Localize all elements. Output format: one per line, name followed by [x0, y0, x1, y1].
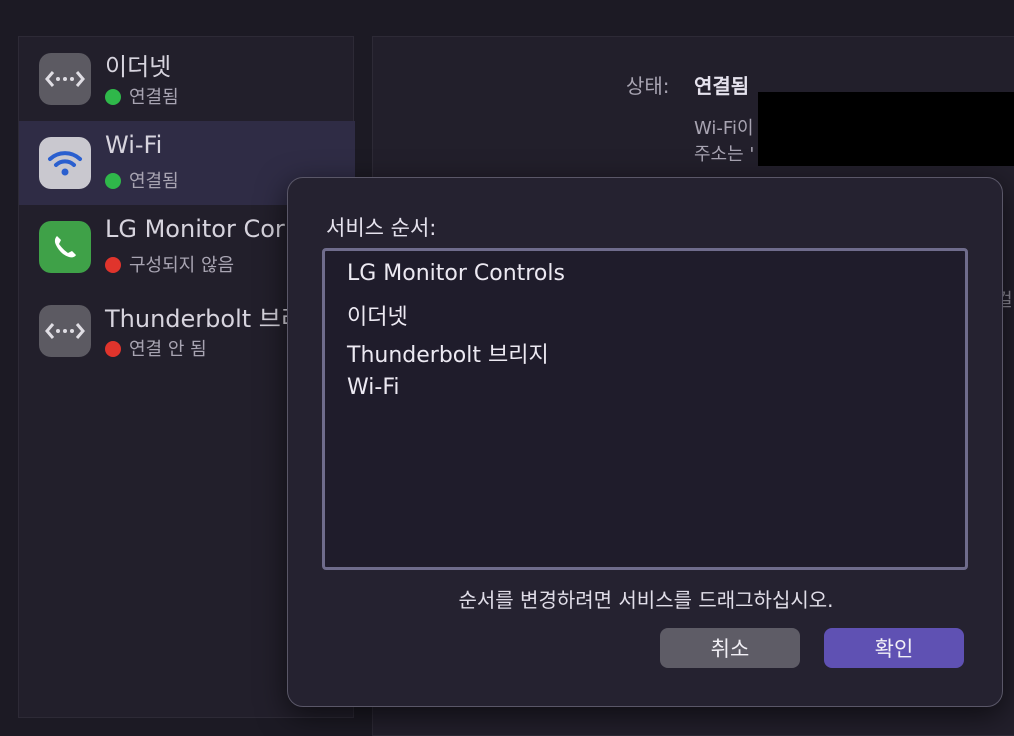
- list-item[interactable]: Thunderbolt 브리지: [347, 337, 549, 369]
- sidebar-item-status: 구성되지 않음: [105, 251, 234, 277]
- status-dot-icon: [105, 89, 121, 105]
- sidebar-item-label: Thunderbolt 브리: [105, 305, 303, 333]
- thunderbolt-bridge-icon: [39, 305, 91, 357]
- sidebar-item-label: 이더넷: [105, 53, 172, 81]
- drag-hint: 순서를 변경하려면 서비스를 드래그하십시오.: [458, 588, 834, 612]
- cancel-button[interactable]: 취소: [660, 628, 800, 668]
- ethernet-icon: [39, 53, 91, 105]
- sidebar-item-status: 연결됨: [105, 83, 179, 109]
- list-item[interactable]: LG Monitor Controls: [347, 261, 565, 286]
- sidebar-item-label: LG Monitor Cor: [105, 215, 285, 243]
- status-dot-icon: [105, 173, 121, 189]
- sidebar-item-status: 연결 안 됨: [105, 335, 207, 361]
- list-item[interactable]: 이더넷: [347, 299, 408, 331]
- status-description-line: 주소는 ': [694, 144, 755, 165]
- status-label: 상태:: [626, 74, 670, 98]
- status-dot-icon: [105, 257, 121, 273]
- sidebar-item-label: Wi-Fi: [105, 131, 163, 159]
- dialog-title: 서비스 순서:: [326, 216, 437, 240]
- sidebar-item-status: 연결됨: [105, 167, 179, 193]
- ok-button[interactable]: 확인: [824, 628, 964, 668]
- status-description: Wi-Fi이 주소는 ': [694, 116, 754, 168]
- redacted-area: [758, 92, 1014, 166]
- service-order-list[interactable]: LG Monitor Controls 이더넷 Thunderbolt 브리지 …: [322, 248, 968, 570]
- phone-icon: [39, 221, 91, 273]
- list-item[interactable]: Wi-Fi: [347, 375, 400, 400]
- status-dot-icon: [105, 341, 121, 357]
- service-order-dialog: 서비스 순서: LG Monitor Controls 이더넷 Thunderb…: [287, 177, 1003, 707]
- wifi-icon: [39, 137, 91, 189]
- status-value: 연결됨: [694, 74, 750, 98]
- status-description-line: Wi-Fi이: [694, 118, 754, 139]
- sidebar-item-ethernet[interactable]: 이더넷 연결됨: [19, 37, 355, 121]
